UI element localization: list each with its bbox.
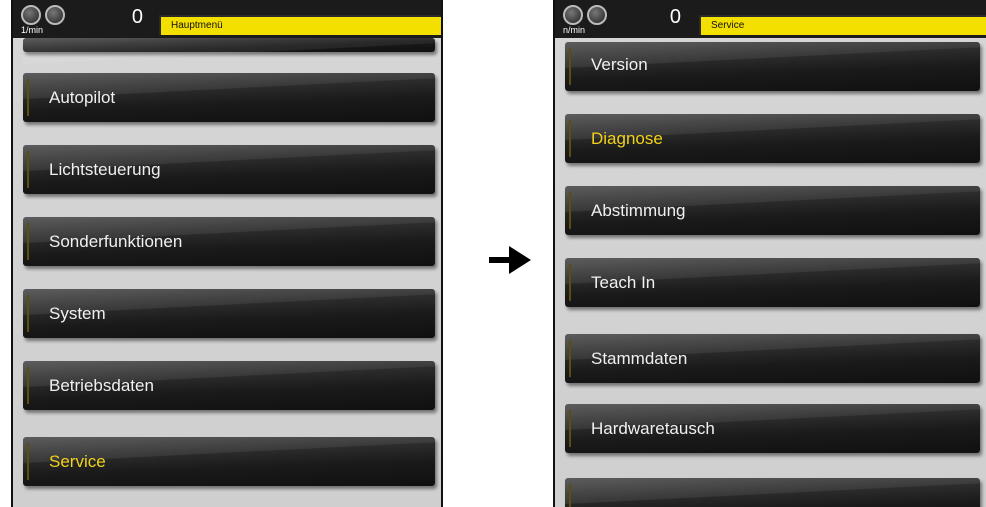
menu-item-label: Abstimmung xyxy=(591,201,686,220)
gauge-icon xyxy=(563,5,583,25)
screen-title: Service xyxy=(699,15,986,35)
gauge-icon xyxy=(587,5,607,25)
menu-item-stammdaten[interactable]: Stammdaten xyxy=(565,334,980,383)
gauge-group: n/min xyxy=(561,3,633,35)
status-bar: 1/min 0 Hauptmenü xyxy=(13,0,441,38)
speed-unit: 1/min xyxy=(21,25,44,35)
item-accent xyxy=(569,192,571,229)
menu-item-abstimmung[interactable]: Abstimmung xyxy=(565,186,980,235)
menu-item-version[interactable]: Version xyxy=(565,42,980,91)
menu-item-label: Hardwaretausch xyxy=(591,419,715,438)
counter-value: 0 xyxy=(669,6,681,28)
menu-item-hardwaretausch[interactable]: Hardwaretausch xyxy=(565,404,980,453)
menu-item-service[interactable]: Service xyxy=(23,437,435,486)
menu-item-label: Sonderfunktionen xyxy=(49,232,183,251)
menu-item-label: Lichtsteuerung xyxy=(49,160,161,179)
menu-item-sonderfunktionen[interactable]: Sonderfunktionen xyxy=(23,217,435,266)
menu-item-label: Teach In xyxy=(591,273,656,292)
menu-item-label: Autopilot xyxy=(49,88,116,107)
menu-item-diagnose[interactable]: Diagnose xyxy=(565,114,980,163)
main-menu-screen: 1/min 0 Hauptmenü Autopilot Lichtsteueru… xyxy=(11,0,443,507)
item-accent xyxy=(569,410,571,447)
right-arrow-icon xyxy=(489,246,531,274)
item-accent xyxy=(27,367,29,404)
menu-item-teach-in[interactable]: Teach In xyxy=(565,258,980,307)
menu-item-system[interactable]: System xyxy=(23,289,435,338)
menu-item-lichtsteuerung[interactable]: Lichtsteuerung xyxy=(23,145,435,194)
menu-item-label: Betriebsdaten xyxy=(49,376,154,395)
menu-item-label: Stammdaten xyxy=(591,349,688,368)
menu-item-label: System xyxy=(49,304,106,323)
item-accent xyxy=(569,264,571,301)
item-accent xyxy=(27,151,29,188)
service-screen: n/min 0 Service Version Diagnose Abstimm… xyxy=(553,0,986,507)
menu-item-betriebsdaten[interactable]: Betriebsdaten xyxy=(23,361,435,410)
item-accent xyxy=(569,120,571,157)
status-bar: n/min 0 Service xyxy=(555,0,986,38)
item-accent xyxy=(27,223,29,260)
menu-item-partial[interactable] xyxy=(23,38,435,52)
item-accent xyxy=(27,443,29,480)
speed-unit: n/min xyxy=(563,25,586,35)
menu-item-label: Version xyxy=(591,55,648,74)
menu-item-label: Diagnose xyxy=(591,129,663,148)
gauge-icon xyxy=(21,5,41,25)
menu-item-partial[interactable] xyxy=(565,478,980,507)
gauge-group: 1/min xyxy=(19,3,91,35)
counter-value: 0 xyxy=(131,6,143,28)
menu-item-autopilot[interactable]: Autopilot xyxy=(23,73,435,122)
item-accent xyxy=(27,295,29,332)
menu-item-label: Service xyxy=(49,452,106,471)
screen-title: Hauptmenü xyxy=(159,15,441,35)
item-accent xyxy=(27,79,29,116)
item-accent xyxy=(569,340,571,377)
item-accent xyxy=(569,484,571,507)
item-accent xyxy=(569,48,571,85)
gauge-icon xyxy=(45,5,65,25)
